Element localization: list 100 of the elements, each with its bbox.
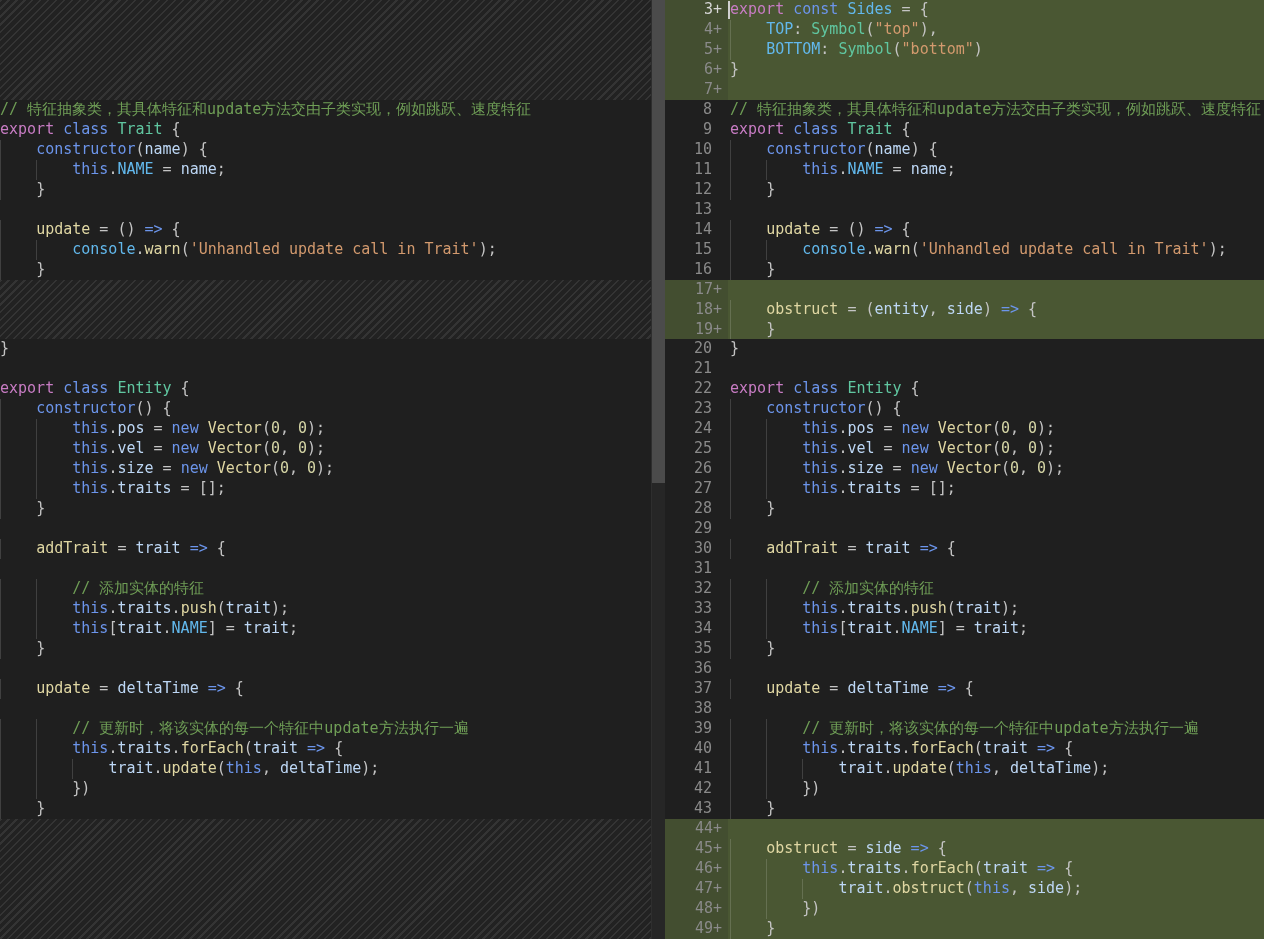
- code-line: update = () => {: [730, 219, 911, 240]
- code-line: this.size = new Vector(0, 0);: [730, 459, 1065, 480]
- code-line: this.NAME = name;: [0, 159, 226, 180]
- code-line: trait.obstruct(this, side);: [730, 878, 1083, 899]
- code-line: update = deltaTime => {: [730, 678, 974, 699]
- code-line: console.warn('Unhandled update call in Trait');: [730, 239, 1227, 260]
- line-number: 32: [692, 579, 713, 600]
- code-line: addTrait = trait => {: [730, 539, 956, 560]
- line-number: 31: [692, 559, 713, 580]
- line-number: 46+: [665, 858, 728, 879]
- line-number: 44+: [665, 818, 728, 839]
- code-line: this.vel = new Vector(0, 0);: [0, 439, 326, 460]
- line-number: 28: [692, 499, 713, 520]
- line-number: 34: [692, 619, 713, 639]
- line-number: 15: [692, 239, 713, 260]
- code-line: }: [0, 259, 46, 280]
- code-line: this.vel = new Vector(0, 0);: [730, 439, 1056, 460]
- line-number: 38: [692, 698, 713, 719]
- code-line: trait.update(this, deltaTime);: [730, 758, 1110, 779]
- scrollbar[interactable]: [651, 0, 665, 939]
- code-line: BOTTOM: Symbol("bottom"): [730, 39, 983, 60]
- line-number: 9: [701, 119, 713, 140]
- line-number: 19+: [665, 319, 728, 340]
- code-line: }: [730, 59, 740, 80]
- line-number: 47+: [665, 878, 728, 899]
- line-number: 43: [692, 798, 713, 819]
- line-number: 12: [692, 179, 713, 200]
- line-number: 41: [692, 758, 713, 779]
- line-number: 6+: [665, 59, 728, 80]
- line-number: 48+: [665, 898, 728, 919]
- code-line: }): [730, 898, 821, 919]
- line-number: 20: [692, 339, 713, 360]
- line-number: 16: [692, 259, 713, 280]
- code-line: export class Entity {: [0, 379, 190, 400]
- line-number: 26: [692, 459, 713, 480]
- code-line: }: [0, 179, 46, 200]
- code-line: this.traits.forEach(trait => {: [730, 738, 1074, 759]
- code-line: export class Entity {: [730, 379, 920, 400]
- code-line: this.pos = new Vector(0, 0);: [0, 419, 326, 440]
- line-number: 4+: [665, 19, 728, 40]
- code-line: // 特征抽象类，其具体特征和update方法交由子类实现，例如跳跃、速度特征: [730, 99, 1262, 120]
- code-line: // 特征抽象类，其具体特征和update方法交由子类实现，例如跳跃、速度特征: [0, 99, 532, 120]
- line-number: 42: [692, 778, 713, 799]
- line-number: 24: [692, 419, 713, 440]
- code-line: this.NAME = name;: [730, 159, 956, 180]
- code-line: // 更新时，将该实体的每一个特征中update方法执行一遍: [0, 718, 469, 739]
- line-number: 33: [692, 599, 713, 620]
- code-line: this.traits = [];: [0, 479, 226, 500]
- line-number: 30: [692, 539, 713, 560]
- line-number: 25: [692, 439, 713, 460]
- code-line: addTrait = trait => {: [0, 539, 226, 560]
- line-number: 29: [692, 519, 713, 540]
- line-number: 35: [692, 639, 713, 659]
- code-line: }: [730, 319, 776, 340]
- code-line: export class Trait {: [730, 119, 911, 140]
- code-line: constructor(name) {: [730, 139, 938, 160]
- line-number: 36: [692, 658, 713, 679]
- line-number: 7+: [665, 79, 728, 100]
- code-line: }): [0, 778, 91, 799]
- line-number: 39: [692, 718, 713, 739]
- line-number: 40: [692, 738, 713, 759]
- line-number: 23: [692, 399, 713, 420]
- line-number: 27: [692, 479, 713, 500]
- code-line: constructor() {: [730, 399, 902, 420]
- line-number: 22: [692, 379, 713, 400]
- line-number: 21: [692, 359, 713, 380]
- code-line: }: [0, 798, 46, 819]
- code-line: this.traits.push(trait);: [0, 599, 289, 620]
- code-line: TOP: Symbol("top"),: [730, 19, 938, 40]
- line-number: 49+: [665, 918, 728, 939]
- code-line: this.traits = [];: [730, 479, 956, 500]
- code-line: this.pos = new Vector(0, 0);: [730, 419, 1056, 440]
- code-line: }: [730, 179, 776, 200]
- code-line: this.traits.forEach(trait => {: [0, 738, 344, 759]
- line-number: 13: [692, 199, 713, 220]
- code-line: }: [730, 339, 740, 360]
- code-line: }: [730, 798, 776, 819]
- code-line: constructor(name) {: [0, 139, 208, 160]
- code-line: }: [730, 259, 776, 280]
- code-line: this.traits.forEach(trait => {: [730, 858, 1074, 879]
- line-number: 10: [692, 139, 713, 160]
- code-line: trait.update(this, deltaTime);: [0, 758, 380, 779]
- code-line: }: [730, 499, 776, 520]
- code-line: console.warn('Unhandled update call in Trait');: [0, 239, 497, 260]
- code-line: // 添加实体的特征: [730, 579, 935, 600]
- line-number: 11: [692, 159, 713, 180]
- code-line: update = () => {: [0, 219, 181, 240]
- code-line: }: [0, 339, 10, 360]
- line-number: 14: [692, 219, 713, 240]
- line-number: 5+: [665, 39, 728, 60]
- code-line: }): [730, 778, 821, 799]
- line-number: 3+: [665, 0, 728, 20]
- scrollbar-thumb[interactable]: [652, 0, 665, 483]
- line-number: 8: [701, 99, 713, 120]
- code-line: export class Trait {: [0, 119, 181, 140]
- code-line: obstruct = side => {: [730, 838, 947, 859]
- code-line: update = deltaTime => {: [0, 678, 244, 699]
- line-number: 45+: [665, 838, 728, 859]
- line-number: 18+: [665, 299, 728, 320]
- code-line: export const Sides = {: [730, 0, 929, 20]
